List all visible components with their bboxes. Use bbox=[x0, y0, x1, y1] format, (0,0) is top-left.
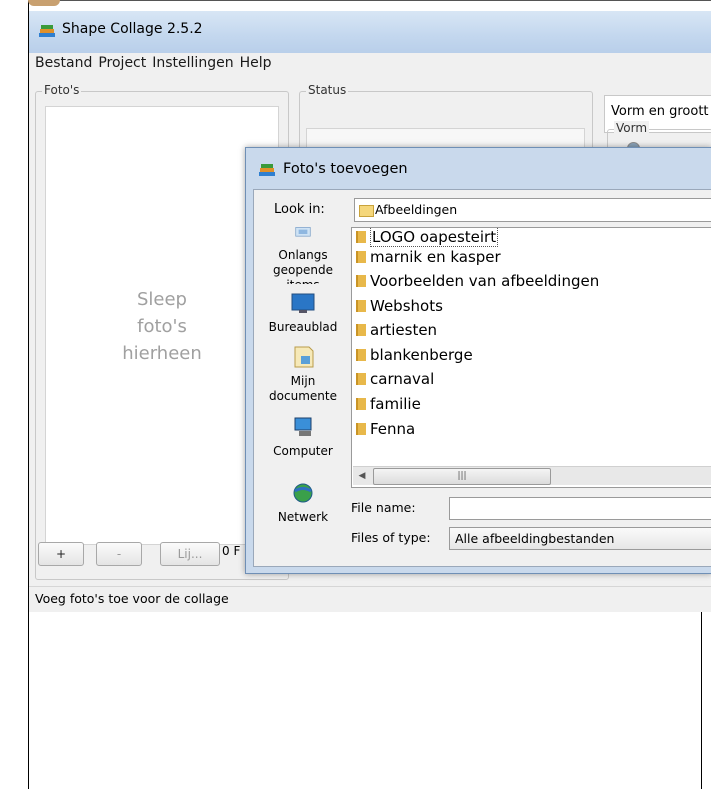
list-item[interactable]: Voorbeelden van afbeeldingen bbox=[356, 271, 599, 291]
folder-icon bbox=[356, 324, 366, 336]
list-item[interactable]: blankenberge bbox=[356, 345, 473, 365]
look-in-label: Look in: bbox=[274, 202, 325, 217]
photos-group-label: Foto's bbox=[42, 83, 82, 97]
page-border-top bbox=[28, 0, 711, 1]
folder-icon bbox=[359, 205, 374, 217]
place-network[interactable]: Netwerk bbox=[256, 482, 350, 525]
menu-project[interactable]: Project bbox=[95, 53, 149, 73]
folder-icon bbox=[356, 231, 366, 243]
remove-photo-button[interactable]: - bbox=[96, 542, 142, 566]
logo-fragment bbox=[28, 0, 60, 6]
folder-icon bbox=[356, 423, 366, 435]
list-item[interactable]: marnik en kasper bbox=[356, 247, 501, 267]
place-computer[interactable]: Computer bbox=[256, 416, 350, 459]
dialog-body: Look in: Afbeeldingen Onlangs geopende i… bbox=[253, 189, 711, 567]
folder-icon bbox=[356, 300, 366, 312]
place-documents[interactable]: Mijn documente bbox=[256, 346, 350, 404]
window-title: Shape Collage 2.5.2 bbox=[62, 21, 203, 37]
folder-icon bbox=[356, 251, 366, 263]
place-recent[interactable]: Onlangs geopende items bbox=[256, 226, 350, 284]
folder-icon bbox=[356, 349, 366, 361]
scrollbar-thumb[interactable]: ||| bbox=[373, 468, 551, 485]
status-group-label: Status bbox=[306, 83, 349, 97]
desktop-icon bbox=[291, 293, 315, 313]
files-of-type-dropdown[interactable]: Alle afbeeldingbestanden bbox=[449, 527, 711, 550]
files-of-type-label: Files of type: bbox=[351, 530, 431, 545]
place-desktop[interactable]: Bureaublad bbox=[256, 292, 350, 335]
network-icon bbox=[293, 483, 313, 503]
menu-instellingen[interactable]: Instellingen bbox=[149, 53, 236, 73]
look-in-dropdown[interactable]: Afbeeldingen bbox=[354, 198, 711, 222]
horizontal-scrollbar[interactable]: ◀ ||| bbox=[353, 466, 711, 485]
computer-icon bbox=[294, 417, 312, 436]
add-photos-dialog: Foto's toevoegen Look in: Afbeeldingen O… bbox=[245, 147, 711, 574]
file-name-input[interactable] bbox=[449, 497, 711, 520]
folder-icon bbox=[356, 398, 366, 410]
status-bar-text: Voeg foto's toe voor de collage bbox=[35, 591, 229, 606]
app-books-icon bbox=[39, 25, 55, 37]
dialog-app-icon bbox=[259, 164, 275, 176]
status-bar: Voeg foto's toe voor de collage bbox=[29, 586, 711, 612]
scroll-left-icon[interactable]: ◀ bbox=[353, 467, 371, 485]
photo-drop-area[interactable]: Sleep foto's hierheen bbox=[45, 106, 279, 545]
list-item[interactable]: Webshots bbox=[356, 296, 443, 316]
file-name-label: File name: bbox=[351, 500, 416, 515]
menu-bar: Bestand Project Instellingen Help bbox=[29, 53, 711, 73]
list-button[interactable]: Lij... bbox=[160, 542, 220, 566]
title-bar[interactable]: Shape Collage 2.5.2 bbox=[29, 11, 711, 53]
documents-icon bbox=[294, 346, 314, 368]
list-item[interactable]: familie bbox=[356, 394, 421, 414]
list-item[interactable]: LOGO oapesteirt bbox=[356, 228, 499, 247]
dialog-title: Foto's toevoegen bbox=[283, 161, 408, 177]
menu-help[interactable]: Help bbox=[237, 53, 275, 73]
file-list[interactable]: LOGO oapesteirt marnik en kasper Voorbee… bbox=[351, 227, 711, 488]
add-photo-button[interactable]: + bbox=[38, 542, 84, 566]
drop-hint: Sleep foto's hierheen bbox=[122, 289, 202, 364]
files-of-type-value: Alle afbeeldingbestanden bbox=[455, 531, 615, 546]
list-item[interactable]: Fenna bbox=[356, 419, 415, 439]
recent-items-icon bbox=[295, 227, 311, 237]
list-item[interactable]: carnaval bbox=[356, 369, 434, 389]
look-in-value: Afbeeldingen bbox=[375, 202, 458, 217]
folder-icon bbox=[356, 373, 366, 385]
photo-count: 0 F bbox=[222, 544, 241, 558]
folder-icon bbox=[356, 275, 366, 287]
page-border-right bbox=[701, 611, 702, 789]
places-bar: Onlangs geopende items Bureaublad Mijn d… bbox=[256, 226, 350, 561]
list-item[interactable]: artiesten bbox=[356, 320, 437, 340]
vorm-group-label: Vorm bbox=[614, 121, 650, 135]
menu-bestand[interactable]: Bestand bbox=[29, 53, 95, 73]
shape-panel-title: Vorm en groott bbox=[611, 104, 709, 119]
